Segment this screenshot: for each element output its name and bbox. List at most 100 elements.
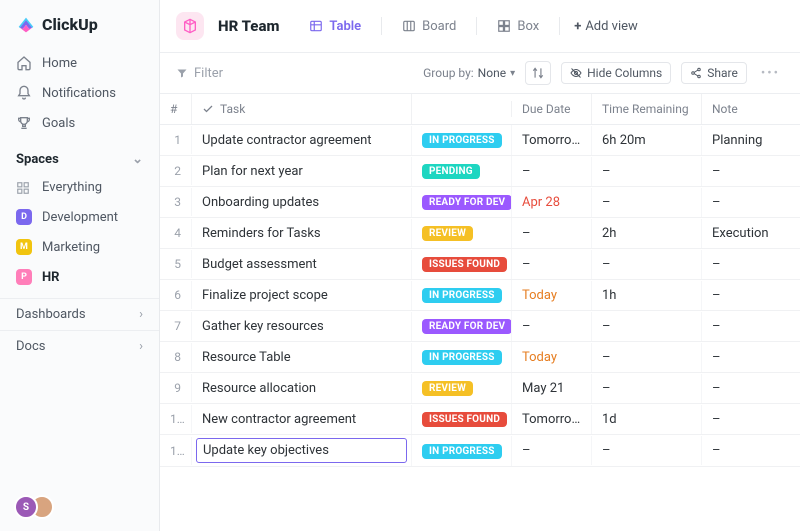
task-name-cell[interactable]: Finalize project scope — [192, 281, 412, 310]
sidebar-space-item[interactable]: DDevelopment — [0, 202, 159, 232]
note-cell[interactable]: – — [702, 281, 792, 310]
table-row[interactable]: 8Resource TableIN PROGRESSToday–– — [160, 342, 800, 373]
more-options-button[interactable]: ••• — [757, 66, 784, 81]
sidebar-space-item[interactable]: MMarketing — [0, 232, 159, 262]
col-note[interactable]: Note — [702, 94, 792, 124]
status-cell[interactable]: READY FOR DEV — [412, 311, 512, 341]
note-cell[interactable]: – — [702, 343, 792, 372]
table-row[interactable]: 4Reminders for TasksREVIEW–2hExecution — [160, 218, 800, 249]
note-cell[interactable]: Execution — [702, 219, 792, 248]
nav-docs[interactable]: Docs › — [0, 330, 159, 362]
status-cell[interactable]: ISSUES FOUND — [412, 249, 512, 279]
task-name-cell[interactable]: Gather key resources — [192, 312, 412, 341]
task-name-cell[interactable]: Resource Table — [192, 343, 412, 372]
col-due[interactable]: Due Date — [512, 94, 592, 124]
task-name-cell[interactable]: Plan for next year — [192, 157, 412, 186]
due-cell[interactable]: – — [512, 157, 592, 186]
table-row[interactable]: 7Gather key resourcesREADY FOR DEV––– — [160, 311, 800, 342]
time-cell[interactable]: – — [592, 250, 702, 279]
status-cell[interactable]: READY FOR DEV — [412, 187, 512, 217]
group-by-select[interactable]: Group by: None ▾ — [423, 66, 515, 80]
time-cell[interactable]: 2h — [592, 219, 702, 248]
note-cell[interactable]: – — [702, 312, 792, 341]
note-cell[interactable]: – — [702, 374, 792, 403]
status-cell[interactable]: IN PROGRESS — [412, 436, 512, 466]
sidebar-item-label: Everything — [42, 180, 102, 195]
due-cell[interactable]: Today — [512, 343, 592, 372]
time-cell[interactable]: – — [592, 343, 702, 372]
spaces-header-label: Spaces — [16, 152, 59, 167]
note-cell[interactable]: – — [702, 405, 792, 434]
nav-home[interactable]: Home — [0, 48, 159, 78]
col-index[interactable]: # — [160, 94, 192, 124]
nav-goals[interactable]: Goals — [0, 108, 159, 138]
spaces-header[interactable]: Spaces ⌄ — [0, 142, 159, 173]
sort-button[interactable] — [525, 61, 551, 85]
status-cell[interactable]: IN PROGRESS — [412, 342, 512, 372]
user-avatars[interactable]: S — [0, 483, 159, 531]
chevron-down-icon: ⌄ — [132, 152, 143, 167]
note-cell[interactable]: – — [702, 250, 792, 279]
brand[interactable]: ClickUp — [0, 0, 159, 44]
view-box[interactable]: Box — [491, 15, 545, 38]
sidebar-space-item[interactable]: PHR — [0, 262, 159, 292]
nav-dashboards[interactable]: Dashboards › — [0, 298, 159, 330]
task-name-cell[interactable]: Update key objectives — [192, 435, 412, 466]
divider — [381, 17, 382, 35]
due-cell[interactable]: – — [512, 219, 592, 248]
share-button[interactable]: Share — [681, 62, 747, 84]
task-name-cell[interactable]: Onboarding updates — [192, 188, 412, 217]
status-cell[interactable]: REVIEW — [412, 373, 512, 403]
chevron-down-icon: ▾ — [510, 68, 515, 79]
time-cell[interactable]: – — [592, 157, 702, 186]
due-cell[interactable]: Tomorrow — [512, 405, 592, 434]
task-name-cell[interactable]: Update contractor agreement — [192, 126, 412, 155]
table-row[interactable]: 5Budget assessmentISSUES FOUND––– — [160, 249, 800, 280]
due-cell[interactable]: – — [512, 436, 592, 465]
note-cell[interactable]: – — [702, 436, 792, 465]
status-cell[interactable]: IN PROGRESS — [412, 125, 512, 155]
due-cell[interactable]: May 21 — [512, 374, 592, 403]
note-cell[interactable]: – — [702, 188, 792, 217]
time-cell[interactable]: – — [592, 374, 702, 403]
status-cell[interactable]: ISSUES FOUND — [412, 404, 512, 434]
table-row[interactable]: 3Onboarding updatesREADY FOR DEVApr 28–– — [160, 187, 800, 218]
col-time[interactable]: Time Remaining — [592, 94, 702, 124]
time-cell[interactable]: 1d — [592, 405, 702, 434]
task-table: # Task Due Date Time Remaining Note 1Upd… — [160, 94, 800, 531]
due-cell[interactable]: Today — [512, 281, 592, 310]
due-cell[interactable]: – — [512, 250, 592, 279]
time-cell[interactable]: 1h — [592, 281, 702, 310]
col-status[interactable] — [412, 101, 512, 117]
status-cell[interactable]: REVIEW — [412, 218, 512, 248]
task-name-cell[interactable]: New contractor agreement — [192, 405, 412, 434]
table-row[interactable]: 2Plan for next yearPENDING––– — [160, 156, 800, 187]
nav-notifications[interactable]: Notifications — [0, 78, 159, 108]
task-name-cell[interactable]: Resource allocation — [192, 374, 412, 403]
table-row[interactable]: 11Update key objectivesIN PROGRESS––– — [160, 435, 800, 467]
due-cell[interactable]: – — [512, 312, 592, 341]
view-board[interactable]: Board — [396, 15, 462, 38]
status-cell[interactable]: PENDING — [412, 156, 512, 186]
task-name-cell[interactable]: Reminders for Tasks — [192, 219, 412, 248]
status-cell[interactable]: IN PROGRESS — [412, 280, 512, 310]
filter-button[interactable]: Filter — [176, 66, 223, 81]
sidebar-item-everything[interactable]: Everything — [0, 173, 159, 202]
time-cell[interactable]: 6h 20m — [592, 126, 702, 155]
time-cell[interactable]: – — [592, 436, 702, 465]
col-task[interactable]: Task — [192, 94, 412, 124]
note-cell[interactable]: – — [702, 157, 792, 186]
table-row[interactable]: 6Finalize project scopeIN PROGRESSToday1… — [160, 280, 800, 311]
due-cell[interactable]: Tomorrow — [512, 126, 592, 155]
view-table[interactable]: Table — [303, 15, 367, 38]
time-cell[interactable]: – — [592, 188, 702, 217]
table-row[interactable]: 10New contractor agreementISSUES FOUNDTo… — [160, 404, 800, 435]
time-cell[interactable]: – — [592, 312, 702, 341]
due-cell[interactable]: Apr 28 — [512, 188, 592, 217]
table-row[interactable]: 9Resource allocationREVIEWMay 21–– — [160, 373, 800, 404]
hide-columns-button[interactable]: Hide Columns — [561, 62, 671, 84]
task-name-cell[interactable]: Budget assessment — [192, 250, 412, 279]
table-row[interactable]: 1Update contractor agreementIN PROGRESST… — [160, 125, 800, 156]
add-view-button[interactable]: + Add view — [574, 19, 638, 34]
note-cell[interactable]: Planning — [702, 126, 792, 155]
